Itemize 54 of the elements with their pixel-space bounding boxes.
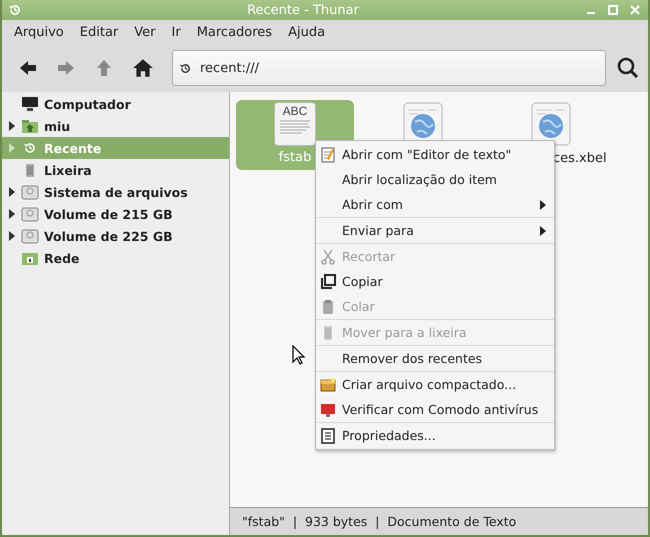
sidebar-item[interactable]: Volume de 215 GB (2, 203, 229, 225)
menu-item[interactable]: Remover dos recentes (316, 346, 554, 371)
sidebar-item[interactable]: Volume de 225 GB (2, 225, 229, 247)
box-icon (320, 376, 336, 392)
network-folder-icon (21, 250, 39, 266)
window-title: Recente - Thunar (246, 2, 360, 18)
up-icon[interactable] (94, 58, 114, 78)
menu-item[interactable]: Propriedades... (316, 423, 554, 448)
monitor-icon (21, 96, 39, 112)
menu-item[interactable]: Verificar com Comodo antivírus (316, 397, 554, 422)
expander-icon[interactable] (8, 209, 16, 219)
menu-item[interactable]: Ir (164, 24, 189, 40)
sidebar-item[interactable]: Sistema de arquivos (2, 181, 229, 203)
forward-icon[interactable] (56, 58, 76, 78)
drive-icon (21, 228, 39, 244)
expander-icon[interactable] (8, 121, 16, 131)
back-icon[interactable] (18, 58, 38, 78)
search-icon[interactable] (616, 56, 640, 80)
sidebar-item[interactable]: Lixeira (2, 159, 229, 181)
menu-item[interactable]: Ajuda (280, 24, 334, 40)
menu-item[interactable]: Enviar para (316, 218, 554, 243)
sidebar-item[interactable]: Computador (2, 93, 229, 115)
drive-icon (21, 184, 39, 200)
expander-icon[interactable] (8, 187, 16, 197)
menu-item[interactable]: Abrir com (316, 192, 554, 217)
menu-item[interactable]: Marcadores (188, 24, 280, 40)
file-name: ces.xbel (553, 151, 607, 166)
menu-item[interactable]: Criar arquivo compactado... (316, 372, 554, 397)
menu-item[interactable]: Abrir localização do item (316, 167, 554, 192)
expander-icon[interactable] (8, 231, 16, 241)
sidebar-item[interactable]: Rede (2, 247, 229, 269)
document-icon (320, 428, 336, 444)
clipboard-icon (320, 298, 336, 314)
folder-icon (21, 118, 39, 134)
scissors-icon (320, 248, 336, 264)
copy-icon (320, 274, 336, 290)
recent-icon (179, 62, 192, 74)
notepad-icon (320, 146, 336, 162)
location-field[interactable]: recent:/// (172, 50, 606, 86)
menu-item[interactable]: Arquivo (6, 24, 72, 40)
file-name: fstab (278, 150, 312, 165)
home-icon[interactable] (132, 57, 154, 79)
drive-icon (21, 206, 39, 222)
submenu-arrow-icon (540, 226, 546, 236)
text-file-icon: ABC (274, 102, 316, 146)
menu-item[interactable]: Editar (72, 24, 126, 40)
menu-item[interactable]: Copiar (316, 269, 554, 294)
recent-icon (8, 3, 22, 17)
menu-item[interactable]: Ver (126, 24, 164, 40)
sidebar-item[interactable]: miu (2, 115, 229, 137)
monitor-icon (320, 402, 336, 418)
submenu-arrow-icon (540, 200, 546, 210)
mouse-cursor-icon (292, 345, 306, 365)
status-text: "fstab" | 933 bytes | Documento de Texto (242, 514, 516, 529)
